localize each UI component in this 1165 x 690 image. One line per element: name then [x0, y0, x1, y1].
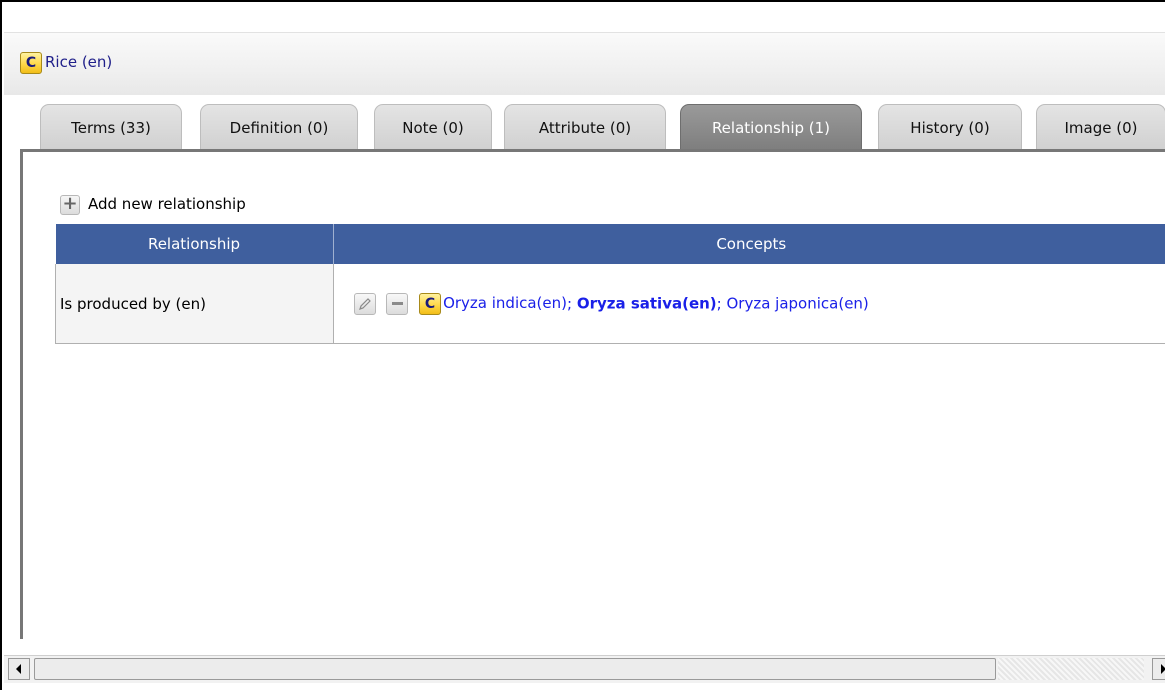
app-frame: C Rice (en) Terms (33) Definition (0) No… — [0, 0, 1165, 690]
concept-badge-icon: C — [419, 292, 442, 315]
relationship-table: Relationship Concepts Is produced by (en… — [55, 224, 1165, 344]
concept-title-link[interactable]: Rice (en) — [45, 53, 112, 71]
relationship-label: Is produced by (en) — [60, 294, 206, 313]
concept-link-oryza-sativa[interactable]: Oryza sativa(en) — [577, 294, 717, 312]
concept-title-bar — [4, 32, 1165, 95]
scroll-left-arrow-icon[interactable] — [8, 658, 30, 680]
concepts-cell: C Oryza indica(en); Oryza sativa(en); Ory… — [333, 264, 1165, 344]
column-header-relationship: Relationship — [55, 224, 334, 264]
column-header-concepts: Concepts — [333, 224, 1165, 264]
add-relationship-button[interactable]: Add new relationship — [88, 195, 246, 213]
remove-minus-icon[interactable] — [386, 292, 409, 315]
plus-icon[interactable]: + — [60, 195, 80, 215]
scroll-right-arrow-icon[interactable] — [1152, 658, 1165, 680]
concept-link-oryza-japonica[interactable]: Oryza japonica(en) — [726, 294, 868, 312]
concept-link-oryza-indica[interactable]: Oryza indica(en) — [443, 294, 567, 312]
tab-history[interactable]: History (0) — [878, 104, 1022, 150]
edit-pencil-icon[interactable] — [353, 292, 376, 315]
relationship-panel — [20, 149, 1165, 639]
tab-definition[interactable]: Definition (0) — [200, 104, 358, 150]
concept-badge-icon: C — [20, 52, 42, 74]
tab-attribute[interactable]: Attribute (0) — [504, 104, 666, 150]
tab-note[interactable]: Note (0) — [374, 104, 492, 150]
relationship-cell: Is produced by (en) — [55, 264, 334, 344]
scrollbar-track[interactable] — [998, 658, 1144, 680]
table-row: Is produced by (en) C Oryza indica(en); O… — [55, 264, 1165, 344]
scrollbar-thumb[interactable] — [34, 658, 996, 680]
tab-image[interactable]: Image (0) — [1036, 104, 1165, 150]
horizontal-scrollbar[interactable] — [4, 655, 1165, 683]
concept-separator: ; — [567, 294, 577, 312]
tab-terms[interactable]: Terms (33) — [40, 104, 182, 150]
tab-relationship[interactable]: Relationship (1) — [680, 104, 862, 150]
table-header-row: Relationship Concepts — [55, 224, 1165, 264]
concept-separator: ; — [716, 294, 727, 312]
